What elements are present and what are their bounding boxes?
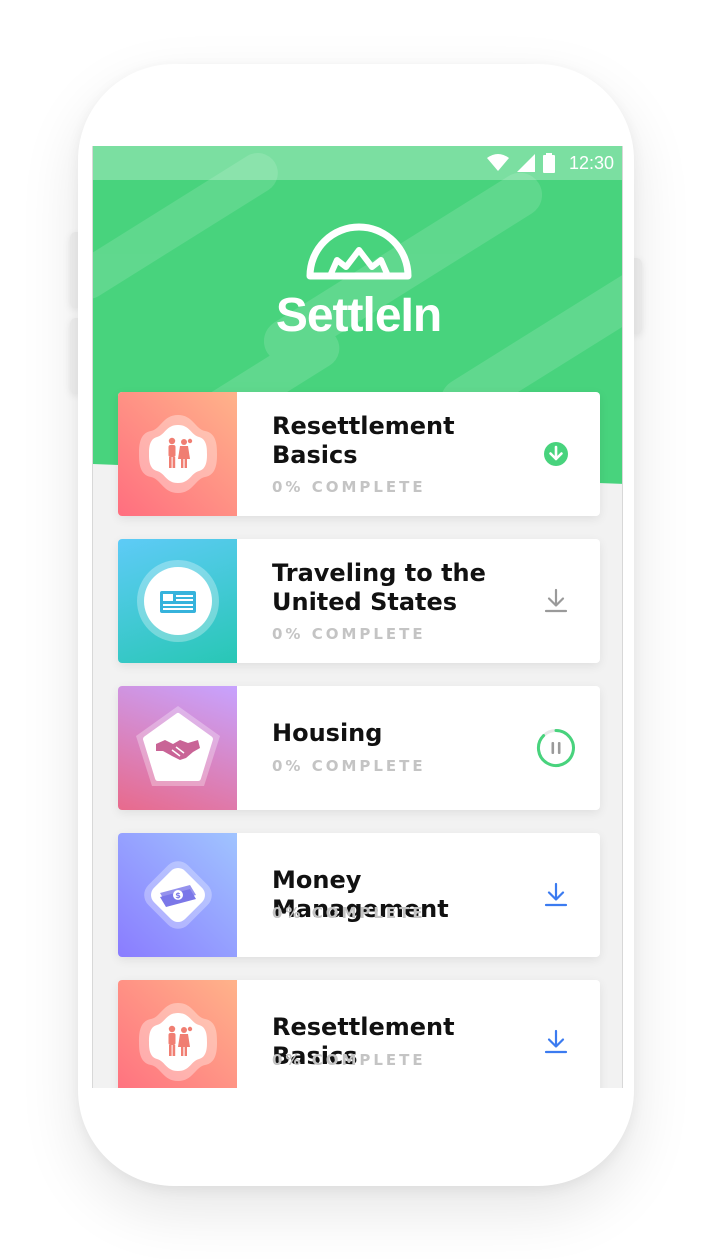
course-progress: 0% COMPLETE xyxy=(272,904,426,922)
course-title: Traveling to the United States xyxy=(272,559,486,616)
passport-icon xyxy=(136,560,219,642)
course-thumbnail xyxy=(118,539,237,663)
sun-logo-icon xyxy=(306,223,411,280)
downloaded-check-icon[interactable] xyxy=(536,434,576,474)
handshake-icon xyxy=(135,706,220,786)
course-title: Resettlement Basics xyxy=(272,412,455,469)
course-thumbnail: $ xyxy=(118,833,237,957)
course-card[interactable]: Resettlement Basics 0% COMPLETE xyxy=(118,392,600,516)
app-screen: 12:30 SettleIn Resettlement Basics 0% CO… xyxy=(92,146,623,1088)
course-progress: 0% COMPLETE xyxy=(272,1051,426,1069)
app-name: SettleIn xyxy=(275,289,442,342)
course-thumbnail xyxy=(118,980,237,1088)
download-icon[interactable] xyxy=(536,581,576,621)
course-progress: 0% COMPLETE xyxy=(272,478,426,496)
course-progress: 0% COMPLETE xyxy=(272,757,426,775)
status-time: 12:30 xyxy=(568,152,614,173)
course-card[interactable]: Resettlement Basics 0% COMPLETE xyxy=(118,980,600,1088)
course-card[interactable]: $ Money Management 0% COMPLETE xyxy=(118,833,600,957)
status-bar: 12:30 xyxy=(93,146,622,180)
course-progress: 0% COMPLETE xyxy=(272,625,426,643)
download-icon[interactable] xyxy=(536,875,576,915)
course-thumbnail xyxy=(118,686,237,810)
battery-icon xyxy=(542,153,555,173)
svg-text:$: $ xyxy=(175,891,181,900)
pause-download-icon[interactable] xyxy=(536,728,576,768)
course-card[interactable]: Traveling to the United States 0% COMPLE… xyxy=(118,539,600,663)
family-icon xyxy=(138,415,217,493)
wifi-icon xyxy=(486,154,509,171)
app-logo: SettleIn xyxy=(93,220,622,350)
download-icon[interactable] xyxy=(536,1022,576,1062)
course-title: Housing xyxy=(272,719,383,747)
course-thumbnail xyxy=(118,392,237,516)
phone-mockup: 12:30 SettleIn Resettlement Basics 0% CO… xyxy=(0,0,712,1259)
money-icon: $ xyxy=(143,861,212,929)
course-card[interactable]: Housing 0% COMPLETE xyxy=(118,686,600,810)
family-icon xyxy=(138,1003,217,1081)
cell-signal-icon xyxy=(516,154,535,172)
